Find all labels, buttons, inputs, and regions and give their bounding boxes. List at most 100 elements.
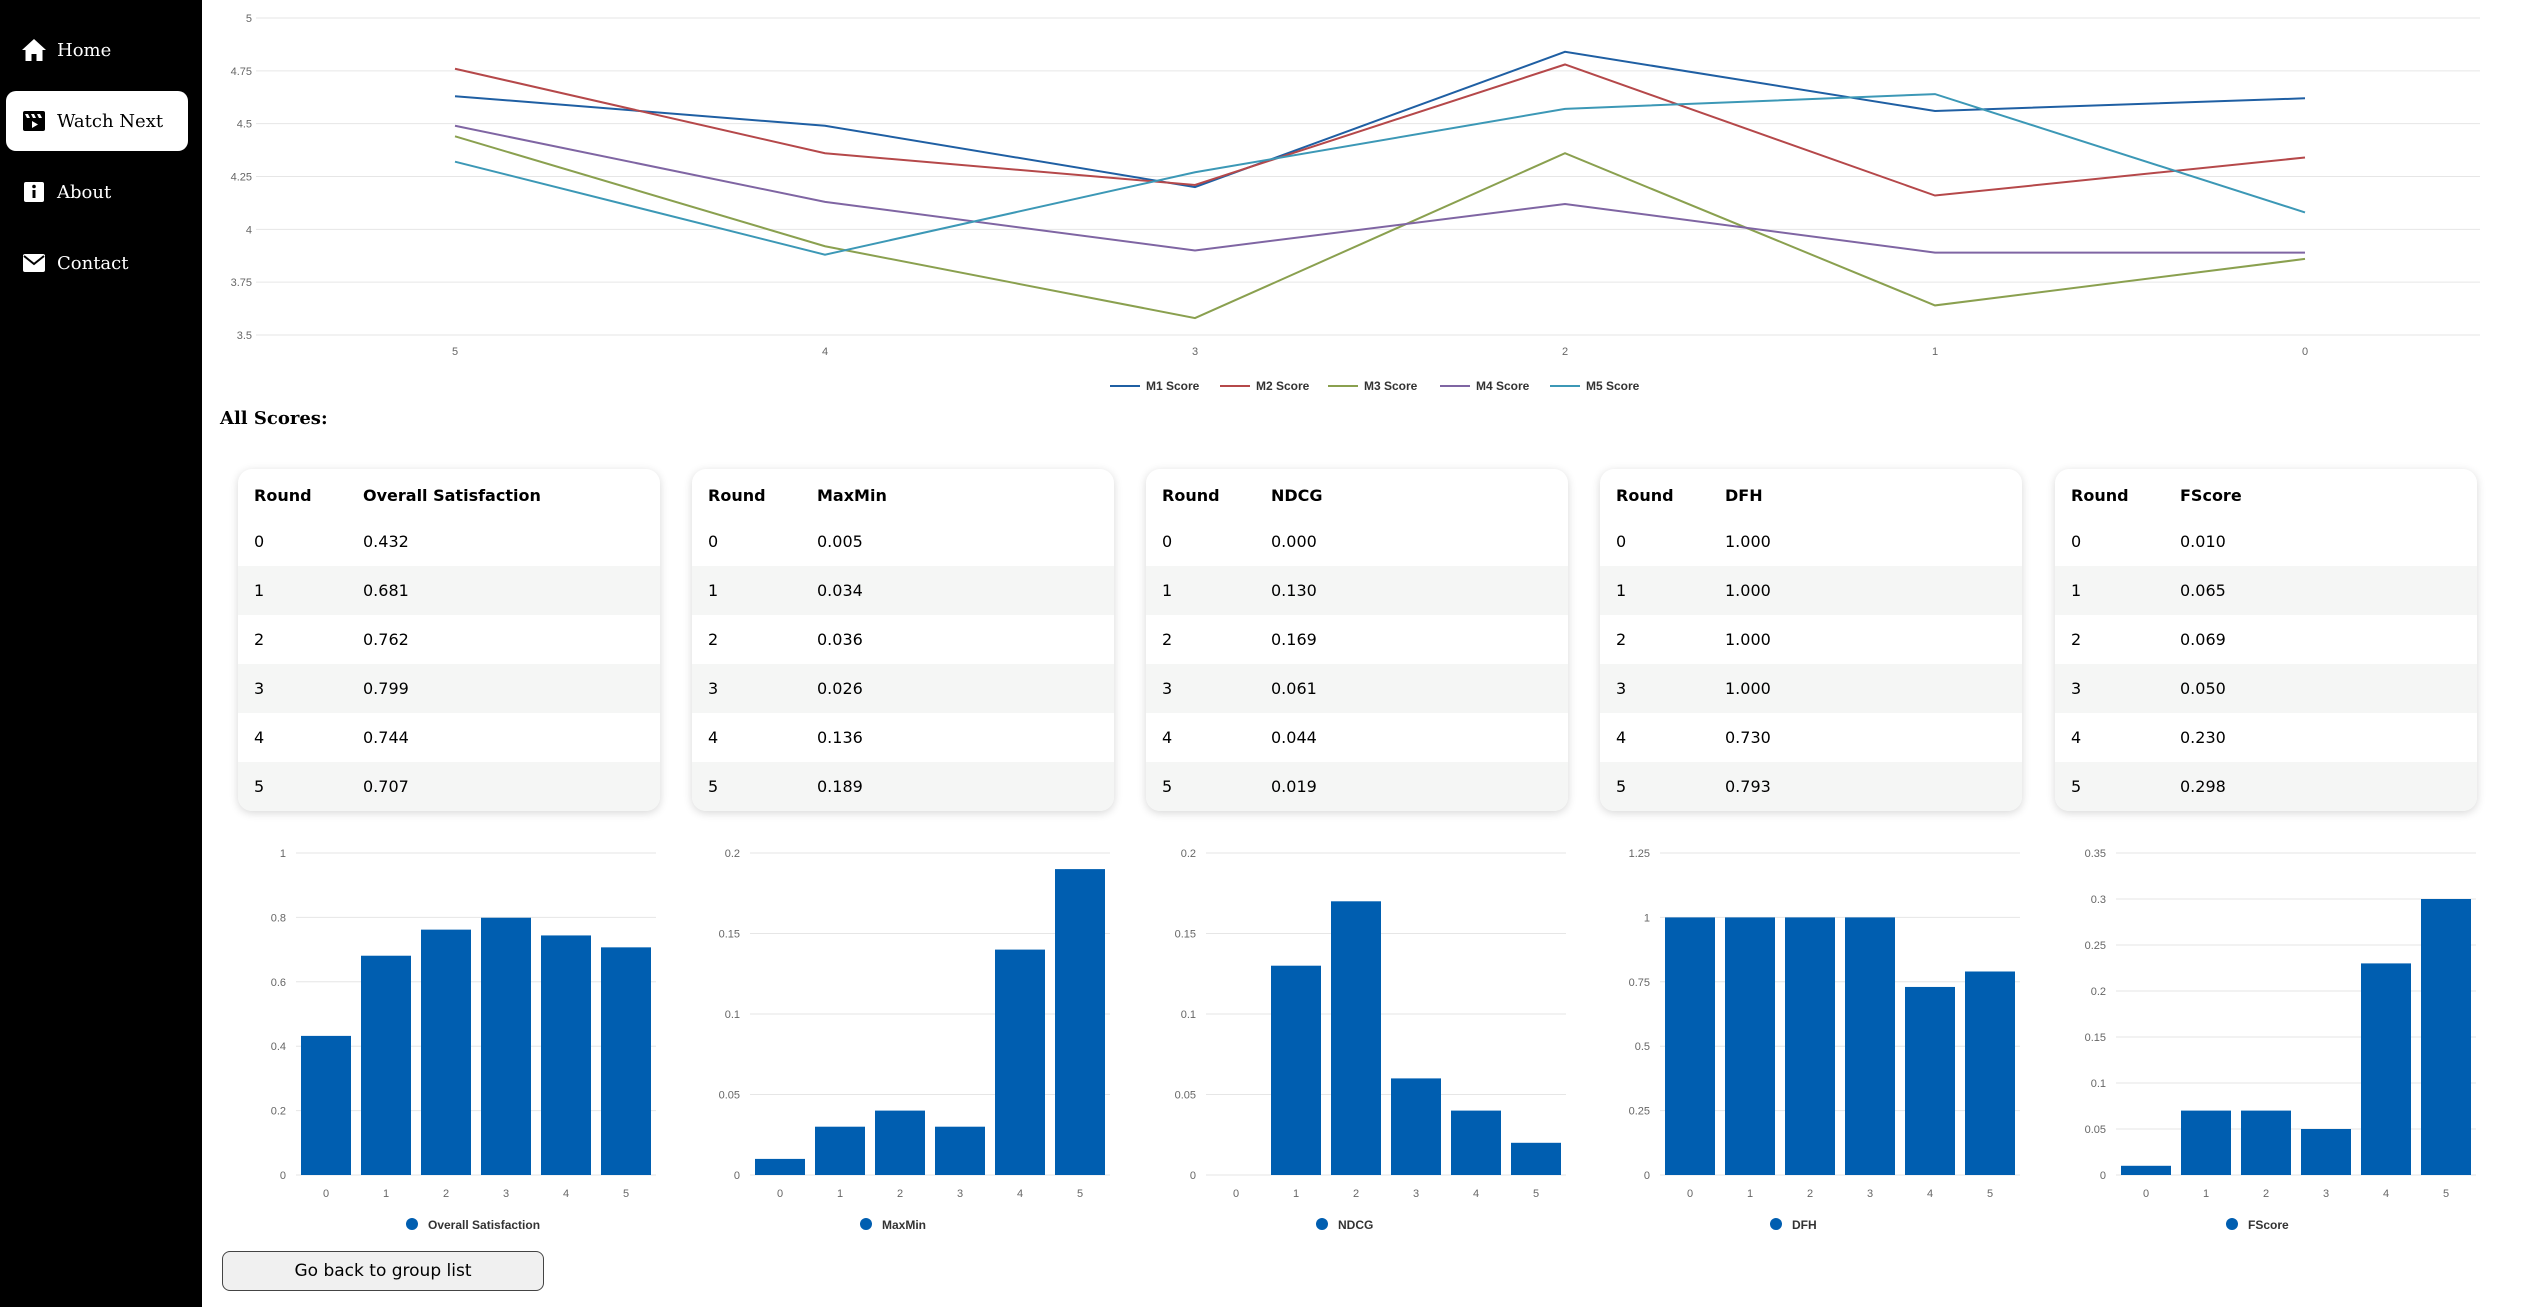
table-row: 5 0.298 [2055, 762, 2477, 811]
table-cell: 1.000 [1725, 679, 1771, 698]
bar [601, 947, 651, 1175]
bar [1391, 1078, 1441, 1175]
x-tick-label: 0 [2302, 346, 2308, 358]
table-cell: 0.050 [2180, 679, 2226, 698]
table-row: 1 0.034 [692, 566, 1114, 615]
y-tick-label: 0.75 [1629, 977, 1650, 989]
table-row: 5 0.019 [1146, 762, 1568, 811]
table-row: 1 0.065 [2055, 566, 2477, 615]
x-tick-label: 0 [2143, 1188, 2149, 1200]
score-table: Round NDCG 0 0.000 1 0.130 2 0.169 3 0.061 4 0.044 5… [1146, 469, 1568, 811]
legend-label: NDCG [1338, 1218, 1373, 1232]
bar [1905, 986, 1955, 1175]
table-header-row: Round DFH [1600, 469, 2022, 517]
x-tick-label: 2 [2263, 1188, 2269, 1200]
table-cell: 3 [708, 679, 719, 698]
y-tick-label: 1 [1644, 912, 1650, 924]
bar [1785, 917, 1835, 1175]
y-tick-label: 0.6 [271, 977, 286, 989]
x-tick-label: 3 [1192, 346, 1198, 358]
x-tick-label: 1 [383, 1188, 389, 1200]
sidebar-item-about[interactable]: About [6, 162, 188, 222]
table-header-row: Round Overall Satisfaction [238, 469, 660, 517]
y-tick-label: 4.5 [237, 119, 252, 131]
x-tick-label: 1 [1932, 346, 1938, 358]
table-cell: 2 [1162, 630, 1173, 649]
y-tick-label: 0.05 [719, 1090, 740, 1102]
sidebar-item-home[interactable]: Home [6, 20, 188, 80]
column-header: NDCG [1271, 485, 1323, 505]
y-tick-label: 0.8 [271, 912, 286, 924]
x-tick-label: 1 [2203, 1188, 2209, 1200]
table-row: 2 0.762 [238, 615, 660, 664]
y-tick-label: 0.2 [1181, 848, 1196, 860]
table-row: 2 0.169 [1146, 615, 1568, 664]
info-icon [19, 177, 49, 207]
y-tick-label: 0.05 [1175, 1090, 1196, 1102]
table-row: 4 0.744 [238, 713, 660, 762]
table-row: 4 0.136 [692, 713, 1114, 762]
table-row: 4 0.044 [1146, 713, 1568, 762]
sidebar-item-contact[interactable]: Contact [6, 233, 188, 293]
y-tick-label: 0 [2100, 1170, 2106, 1182]
column-header: Round [708, 485, 766, 505]
table-cell: 0.298 [2180, 777, 2226, 796]
x-tick-label: 0 [1233, 1188, 1239, 1200]
score-table-ndcg: Round NDCG 0 0.000 1 0.130 2 0.169 3 0.061 4 0.044 5… [1146, 469, 1568, 811]
x-tick-label: 4 [1017, 1188, 1023, 1200]
y-tick-label: 0.15 [2085, 1032, 2106, 1044]
x-tick-label: 2 [1353, 1188, 1359, 1200]
all-scores-title: All Scores: [220, 408, 328, 429]
table-header-row: Round FScore [2055, 469, 2477, 517]
x-tick-label: 1 [837, 1188, 843, 1200]
x-tick-label: 5 [452, 346, 458, 358]
y-tick-label: 1 [280, 848, 286, 860]
x-tick-label: 5 [1533, 1188, 1539, 1200]
y-tick-label: 0.2 [2091, 986, 2106, 998]
table-row: 4 0.730 [1600, 713, 2022, 762]
y-tick-label: 0.15 [1175, 929, 1196, 941]
sidebar-item-watch-next[interactable]: Watch Next [6, 91, 188, 151]
column-header: Overall Satisfaction [363, 485, 541, 505]
table-header-row: Round MaxMin [692, 469, 1114, 517]
sidebar-item-label: About [57, 181, 112, 203]
y-tick-label: 0.1 [725, 1009, 740, 1021]
x-tick-label: 5 [2443, 1188, 2449, 1200]
table-cell: 4 [708, 728, 719, 747]
legend-swatch [1770, 1218, 1782, 1230]
table-cell: 0.136 [817, 728, 863, 747]
y-tick-label: 0 [1190, 1170, 1196, 1182]
y-tick-label: 0.2 [271, 1106, 286, 1118]
table-cell: 4 [1616, 728, 1627, 747]
table-cell: 0.130 [1271, 581, 1317, 600]
bar [361, 955, 411, 1175]
y-tick-label: 0.15 [719, 929, 740, 941]
score-table-overall-satisfaction: Round Overall Satisfaction 0 0.432 1 0.681 2 0.… [238, 469, 660, 811]
back-to-group-list-button[interactable]: Go back to group list [222, 1251, 544, 1291]
column-header: FScore [2180, 485, 2242, 505]
bar [541, 935, 591, 1175]
table-cell: 2 [2071, 630, 2082, 649]
table-row: 5 0.793 [1600, 762, 2022, 811]
legend-label: FScore [2248, 1218, 2289, 1232]
bar [481, 917, 531, 1175]
legend-label: Overall Satisfaction [428, 1218, 540, 1232]
table-cell: 0.189 [817, 777, 863, 796]
table-cell: 3 [1162, 679, 1173, 698]
bar [1965, 971, 2015, 1175]
bar-chart-overall-satisfaction: 0 0.2 0.4 0.6 0.8 1 0 1 2 3 4 5 Overall Satisfaction [271, 848, 656, 1232]
bar [1055, 869, 1105, 1175]
bar [935, 1126, 985, 1175]
y-tick-label: 0.25 [1629, 1106, 1650, 1118]
x-tick-label: 3 [503, 1188, 509, 1200]
y-tick-label: 0.5 [1635, 1041, 1650, 1053]
bar-chart-maxmin: 0 0.05 0.1 0.15 0.2 0 1 2 3 4 5 MaxMin [719, 848, 1110, 1232]
y-tick-label: 5 [246, 13, 252, 25]
table-cell: 0 [1162, 532, 1173, 551]
y-tick-label: 0.1 [1181, 1009, 1196, 1021]
column-header: Round [2071, 485, 2129, 505]
x-tick-label: 4 [1927, 1188, 1933, 1200]
table-cell: 1 [1162, 581, 1173, 600]
table-cell: 5 [2071, 777, 2082, 796]
x-tick-label: 3 [2323, 1188, 2329, 1200]
